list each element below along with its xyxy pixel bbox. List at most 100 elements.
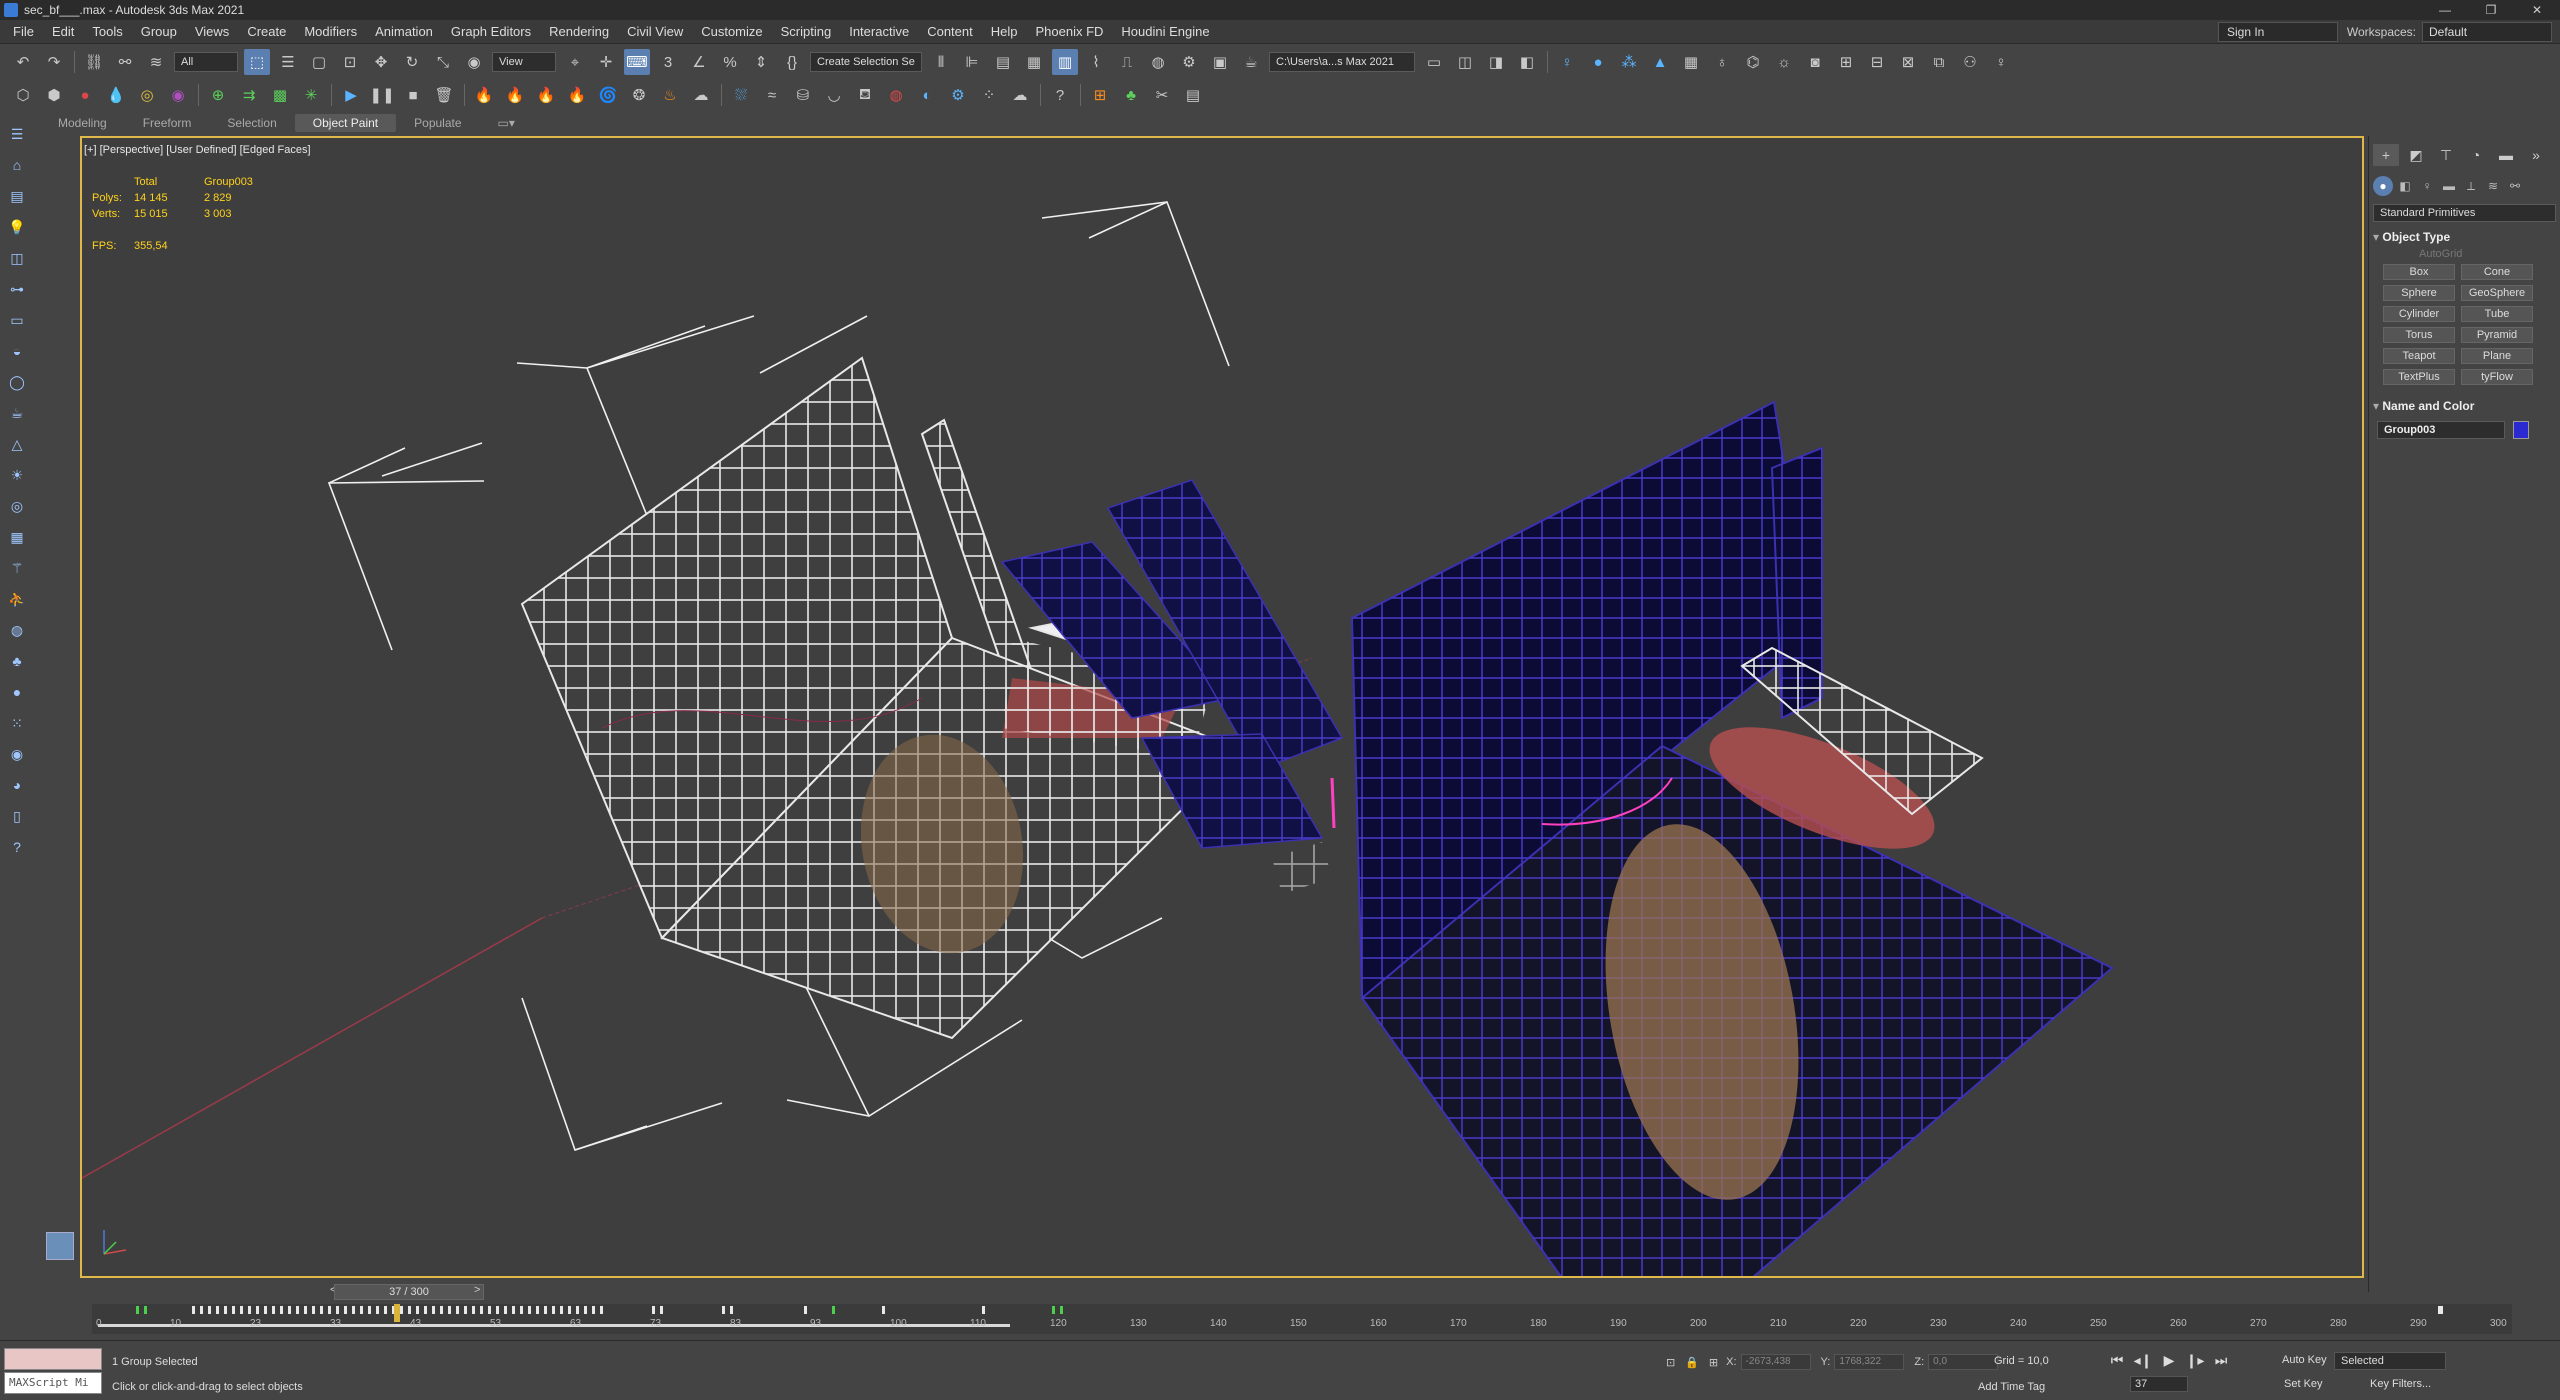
box-tool-icon[interactable]: ⬡ bbox=[10, 82, 36, 108]
curve-editor-icon[interactable]: ⌇ bbox=[1083, 49, 1109, 75]
x-coordinate-field[interactable]: -2673,438 bbox=[1740, 1354, 1811, 1370]
tyflow-arrow-icon[interactable]: ⇉ bbox=[236, 82, 262, 108]
set-key-button[interactable]: Set Key bbox=[2284, 1378, 2323, 1390]
menu-help[interactable]: Help bbox=[982, 20, 1027, 44]
schematic-view-icon[interactable]: ⎍ bbox=[1114, 49, 1140, 75]
time-slider[interactable]: 37 / 300 bbox=[334, 1284, 484, 1300]
viewport-label[interactable]: [+] [Perspective] [User Defined] [Edged … bbox=[84, 144, 311, 156]
spiral-icon[interactable]: ◉ bbox=[5, 742, 29, 766]
grid-tool-icon[interactable]: ▦ bbox=[5, 525, 29, 549]
stop-sim-icon[interactable]: ■ bbox=[400, 82, 426, 108]
workspace-dropdown[interactable]: Default bbox=[2422, 22, 2552, 42]
file-icon[interactable]: ▯ bbox=[5, 804, 29, 828]
menu-rendering[interactable]: Rendering bbox=[540, 20, 618, 44]
geometry-icon[interactable]: ● bbox=[2373, 176, 2393, 196]
tyflow-grid-icon[interactable]: ▩ bbox=[267, 82, 293, 108]
menu-phoenix-fd[interactable]: Phoenix FD bbox=[1027, 20, 1113, 44]
shapes-icon[interactable]: ◧ bbox=[2395, 176, 2415, 196]
menu-civil-view[interactable]: Civil View bbox=[618, 20, 692, 44]
close-button[interactable]: ✕ bbox=[2514, 0, 2560, 20]
pyramid-button[interactable]: Pyramid bbox=[2461, 327, 2533, 343]
tab-freeform[interactable]: Freeform bbox=[125, 114, 210, 132]
menu-houdini-engine[interactable]: Houdini Engine bbox=[1112, 20, 1218, 44]
help-circle-icon[interactable]: ? bbox=[5, 835, 29, 859]
go-to-start-icon[interactable]: ⏮ bbox=[2104, 1352, 2130, 1369]
cube-tool-icon[interactable]: ⬢ bbox=[41, 82, 67, 108]
tab-object-paint[interactable]: Object Paint bbox=[294, 114, 397, 132]
menu-edit[interactable]: Edit bbox=[43, 20, 83, 44]
rect-selection-region-icon[interactable]: ▢ bbox=[306, 49, 332, 75]
lock-icon[interactable]: 🔒 bbox=[1685, 1356, 1699, 1369]
tab-modeling[interactable]: Modeling bbox=[40, 114, 125, 132]
vr-icon[interactable]: ⚇ bbox=[1957, 49, 1983, 75]
plane-icon[interactable]: ◒ bbox=[5, 339, 29, 363]
help-icon[interactable]: ? bbox=[1047, 82, 1073, 108]
menu-customize[interactable]: Customize bbox=[692, 20, 771, 44]
tornado-icon[interactable]: 🌀 bbox=[595, 82, 621, 108]
terrain-icon[interactable]: ▲ bbox=[1647, 49, 1673, 75]
liquid-icon[interactable]: ⛆ bbox=[728, 82, 754, 108]
y-coordinate-field[interactable]: 1768,322 bbox=[1834, 1354, 1905, 1370]
spacewarps-icon[interactable]: ≋ bbox=[2483, 176, 2503, 196]
menu-file[interactable]: File bbox=[4, 20, 43, 44]
ref-coord-dropdown[interactable]: View bbox=[492, 52, 556, 72]
camera-list-icon[interactable]: ◫ bbox=[5, 246, 29, 270]
textplus-button[interactable]: TextPlus bbox=[2383, 369, 2455, 385]
sphere-light-icon[interactable]: ● bbox=[1585, 49, 1611, 75]
cameras-icon[interactable]: ▬ bbox=[2439, 176, 2459, 196]
select-by-name-icon[interactable]: ☰ bbox=[275, 49, 301, 75]
teapot-button[interactable]: Teapot bbox=[2383, 348, 2455, 364]
render-setup-icon[interactable]: ⚙ bbox=[1176, 49, 1202, 75]
red-sphere-icon[interactable]: ● bbox=[72, 82, 98, 108]
next-frame-icon[interactable]: ❙▸ bbox=[2182, 1352, 2208, 1369]
right-softbox-group[interactable] bbox=[1350, 400, 2114, 1278]
go-to-end-icon[interactable]: ⏭ bbox=[2208, 1352, 2234, 1369]
edit-named-selection-icon[interactable]: {} bbox=[779, 49, 805, 75]
torus-button[interactable]: Torus bbox=[2383, 327, 2455, 343]
pivot-center-icon[interactable]: ⌖ bbox=[562, 49, 588, 75]
yellow-ring-icon[interactable]: ◎ bbox=[134, 82, 160, 108]
material-ball-icon[interactable]: ● bbox=[5, 680, 29, 704]
bucket-icon[interactable]: ⛁ bbox=[790, 82, 816, 108]
render-view-icon[interactable]: ◙ bbox=[1802, 49, 1828, 75]
house-icon[interactable]: ⌂ bbox=[5, 153, 29, 177]
current-frame-field[interactable]: 37 bbox=[2130, 1376, 2188, 1392]
gear-icon[interactable]: ⚙ bbox=[945, 82, 971, 108]
minimize-button[interactable]: — bbox=[2422, 0, 2468, 20]
toggle-ribbon-icon[interactable]: ▥ bbox=[1052, 49, 1078, 75]
previous-frame-icon[interactable]: ◂❙ bbox=[2130, 1352, 2156, 1369]
blob-icon[interactable]: ◕ bbox=[5, 773, 29, 797]
placement-icon[interactable]: ◉ bbox=[461, 49, 487, 75]
fire-source-icon[interactable]: 🔥 bbox=[471, 82, 497, 108]
tools-icon[interactable]: ✂ bbox=[1149, 82, 1175, 108]
tips-icon[interactable]: ♀ bbox=[1988, 49, 2014, 75]
primitive-type-dropdown[interactable]: Standard Primitives bbox=[2373, 204, 2556, 222]
tyflow-icon[interactable]: ⊕ bbox=[205, 82, 231, 108]
project-path-dropdown[interactable]: C:\Users\a...s Max 2021 bbox=[1269, 52, 1415, 72]
angle-snap-icon[interactable]: ∠ bbox=[686, 49, 712, 75]
name-and-color-rollout-title[interactable]: Name and Color bbox=[2373, 399, 2556, 413]
geosphere-button[interactable]: GeoSphere bbox=[2461, 285, 2533, 301]
blue-ring-icon[interactable]: ◐ bbox=[914, 82, 940, 108]
globe-icon[interactable]: ◍ bbox=[5, 618, 29, 642]
bulb-icon[interactable]: ♁ bbox=[1709, 49, 1735, 75]
sign-in-button[interactable]: Sign In bbox=[2218, 22, 2338, 42]
unlink-icon[interactable]: ⚯ bbox=[112, 49, 138, 75]
teapot-icon[interactable]: ☕ bbox=[5, 401, 29, 425]
viewport-layout-icon[interactable] bbox=[46, 1232, 74, 1260]
delete-sim-icon[interactable]: 🗑 bbox=[431, 82, 457, 108]
mirror-icon[interactable]: ⫴ bbox=[928, 49, 954, 75]
forest-pack-icon[interactable]: ⊞ bbox=[1087, 82, 1113, 108]
snaps-toggle-icon[interactable]: 3 bbox=[655, 49, 681, 75]
fire-icon-4[interactable]: 🔥 bbox=[564, 82, 590, 108]
bind-space-warp-icon[interactable]: ≋ bbox=[143, 49, 169, 75]
box-button[interactable]: Box bbox=[2383, 264, 2455, 280]
purple-circle-icon[interactable]: ◉ bbox=[165, 82, 191, 108]
select-manipulate-icon[interactable]: ✛ bbox=[593, 49, 619, 75]
object-name-field[interactable]: Group003 bbox=[2377, 421, 2505, 439]
add-time-tag-button[interactable]: Add Time Tag bbox=[1978, 1381, 2045, 1393]
redo-icon[interactable]: ↷ bbox=[41, 49, 67, 75]
menu-create[interactable]: Create bbox=[238, 20, 295, 44]
object-type-rollout-title[interactable]: Object Type bbox=[2373, 230, 2556, 244]
menu-views[interactable]: Views bbox=[186, 20, 238, 44]
